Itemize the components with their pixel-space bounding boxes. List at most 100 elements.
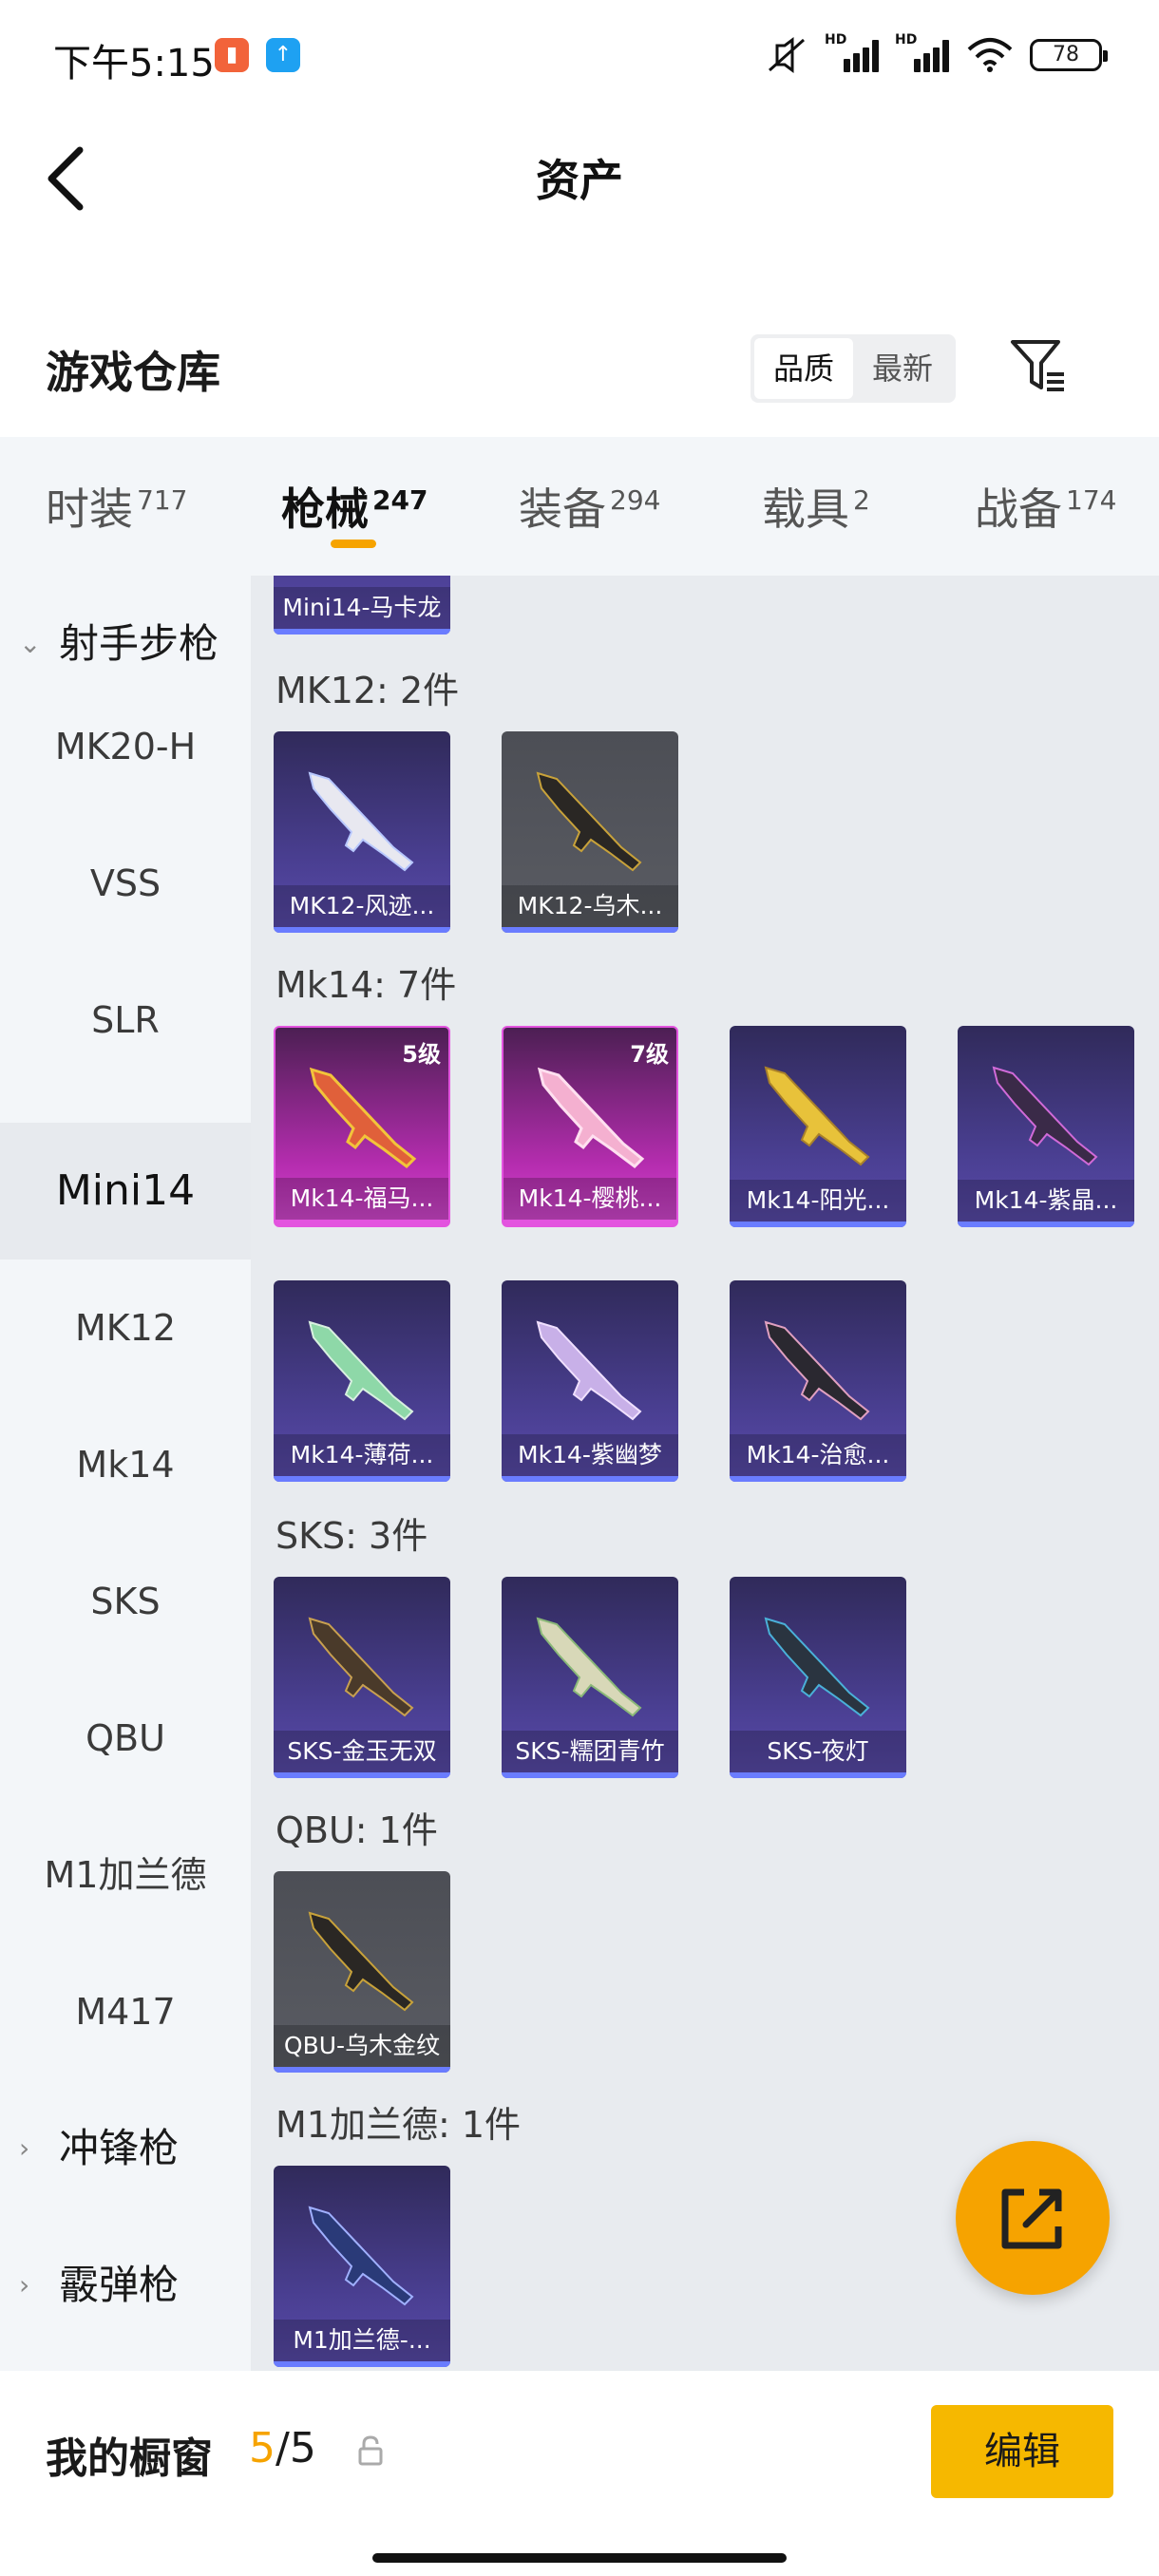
tab-supplies[interactable]: 战备 174 (975, 475, 1116, 538)
category-item-mk20h[interactable]: MK20-H (0, 712, 251, 781)
tab-label: 装备 (519, 483, 606, 535)
tab-vehicles[interactable]: 载具 2 (762, 475, 870, 538)
section-title: 游戏仓库 (46, 347, 220, 398)
skin-name: Mk14-紫晶... (958, 1180, 1134, 1222)
lock-icon (358, 2435, 383, 2466)
category-item-m417[interactable]: M417 (0, 1978, 251, 2046)
tab-label: 载具 (762, 483, 849, 535)
rifle-icon (536, 1320, 642, 1421)
category-group-shotgun[interactable]: › 霰弹枪 (0, 2251, 251, 2320)
sort-toggle: 品质 最新 (750, 334, 956, 403)
weapon-grid: Mini14-马卡龙 MK12: 2件 MK12-风迹... MK12-乌木..… (251, 576, 1159, 2371)
rifle-icon (309, 1067, 417, 1168)
tab-count: 294 (610, 484, 661, 516)
showcase-count: 5/5 (249, 2424, 316, 2472)
rarity-bar (274, 2067, 450, 2073)
skin-name: QBU-乌木金纹 (274, 2025, 450, 2067)
edit-button[interactable]: 编辑 (931, 2405, 1113, 2498)
skin-card[interactable]: Mk14-治愈... (730, 1280, 906, 1482)
app-notification-icon: ▮ (215, 38, 249, 72)
category-item-m1-garand[interactable]: M1加兰德 (0, 1841, 251, 1909)
skin-card[interactable]: Mk14-阳光... (730, 1026, 906, 1227)
signal-2-icon: HD (895, 32, 950, 74)
tab-count: 2 (853, 484, 870, 516)
tab-label: 枪械 (281, 483, 369, 535)
skin-card[interactable]: MK12-乌木... (502, 731, 678, 933)
rifle-icon (764, 1066, 870, 1166)
network-label-2: HD (895, 32, 918, 47)
tab-firearms[interactable]: 枪械 247 (281, 475, 428, 538)
skin-card[interactable]: SKS-金玉无双 (274, 1577, 450, 1778)
tab-equipment[interactable]: 装备 294 (519, 475, 660, 538)
tab-count: 247 (372, 484, 428, 516)
filter-icon (1011, 340, 1064, 391)
category-item-mk14[interactable]: Mk14 (0, 1430, 251, 1499)
rarity-bar (274, 2361, 450, 2367)
rarity-bar (274, 927, 450, 933)
home-indicator (372, 2553, 787, 2563)
category-item-qbu[interactable]: QBU (0, 1704, 251, 1772)
skin-level: 5级 (402, 1041, 441, 1068)
rarity-bar (502, 927, 678, 933)
rarity-bar (274, 629, 450, 635)
rifle-icon (308, 1320, 414, 1421)
sort-newest-button[interactable]: 最新 (853, 338, 952, 399)
rarity-bar (958, 1222, 1134, 1227)
rarity-bar (504, 1220, 676, 1225)
share-icon (1001, 2188, 1062, 2249)
skin-card[interactable]: Mk14-薄荷... (274, 1280, 450, 1482)
rarity-bar (502, 1476, 678, 1482)
skin-card[interactable]: 7级 Mk14-樱桃... (502, 1026, 678, 1227)
skin-card[interactable]: 5级 Mk14-福马... (274, 1026, 450, 1227)
tab-count: 174 (1066, 484, 1117, 516)
category-item-sks[interactable]: SKS (0, 1567, 251, 1636)
rifle-icon (308, 1617, 414, 1717)
rarity-bar (502, 1772, 678, 1778)
tab-label: 时装 (46, 483, 133, 535)
sort-quality-button[interactable]: 品质 (754, 338, 853, 399)
skin-name: SKS-夜灯 (730, 1731, 906, 1772)
tab-count: 717 (137, 484, 188, 516)
skin-card[interactable]: SKS-糯团青竹 (502, 1577, 678, 1778)
rarity-bar (276, 1220, 448, 1225)
share-button[interactable] (956, 2141, 1110, 2295)
skin-card[interactable]: M1加兰德-... (274, 2166, 450, 2367)
category-label: 射手步枪 (59, 620, 219, 667)
skin-card[interactable]: QBU-乌木金纹 (274, 1871, 450, 2073)
tab-fashion[interactable]: 时装 717 (46, 475, 187, 538)
group-title-qbu: QBU: 1件 (276, 1809, 438, 1851)
category-group-smg[interactable]: › 冲锋枪 (0, 2114, 251, 2183)
chevron-down-icon: ⌄ (19, 628, 42, 659)
category-item-slr[interactable]: SLR (0, 986, 251, 1054)
skin-card[interactable]: Mk14-紫幽梦 (502, 1280, 678, 1482)
network-label-1: HD (825, 32, 847, 47)
chevron-right-icon: › (19, 2269, 30, 2301)
category-label: 霰弹枪 (59, 2262, 180, 2308)
skin-name: Mk14-福马... (276, 1178, 448, 1220)
skin-card[interactable]: SKS-夜灯 (730, 1577, 906, 1778)
filter-button[interactable] (1007, 334, 1070, 397)
skin-name: MK12-风迹... (274, 885, 450, 927)
category-item-vss[interactable]: VSS (0, 849, 251, 918)
category-item-mk12[interactable]: MK12 (0, 1294, 251, 1362)
skin-card[interactable]: Mk14-紫晶... (958, 1026, 1134, 1227)
showcase-total: /5 (276, 2424, 316, 2472)
skin-card[interactable]: MK12-风迹... (274, 731, 450, 933)
category-item-mini14[interactable]: Mini14 (0, 1123, 251, 1260)
skin-name: SKS-金玉无双 (274, 1731, 450, 1772)
skin-name: Mk14-薄荷... (274, 1434, 450, 1476)
battery-indicator: 78 (1030, 39, 1108, 71)
rarity-bar (274, 1772, 450, 1778)
weapon-category-list: ⌄ 射手步枪 MK20-H VSS SLR Mini14 MK12 Mk14 S… (0, 576, 251, 2371)
category-group-marksman[interactable]: ⌄ 射手步枪 (0, 610, 251, 678)
rifle-icon (308, 771, 414, 872)
rarity-bar (274, 1476, 450, 1482)
rifle-icon (537, 1067, 645, 1168)
skin-card[interactable]: Mini14-马卡龙 (274, 576, 450, 635)
category-tabs: 时装 717 枪械 247 装备 294 载具 2 战备 174 (0, 437, 1159, 576)
active-tab-indicator (331, 540, 376, 548)
rifle-icon (536, 771, 642, 872)
group-title-mk14: Mk14: 7件 (276, 964, 457, 1006)
status-bar: 下午5:15 ▮ ↑ HD HD 78 (0, 0, 1159, 114)
wifi-icon (967, 38, 1013, 72)
